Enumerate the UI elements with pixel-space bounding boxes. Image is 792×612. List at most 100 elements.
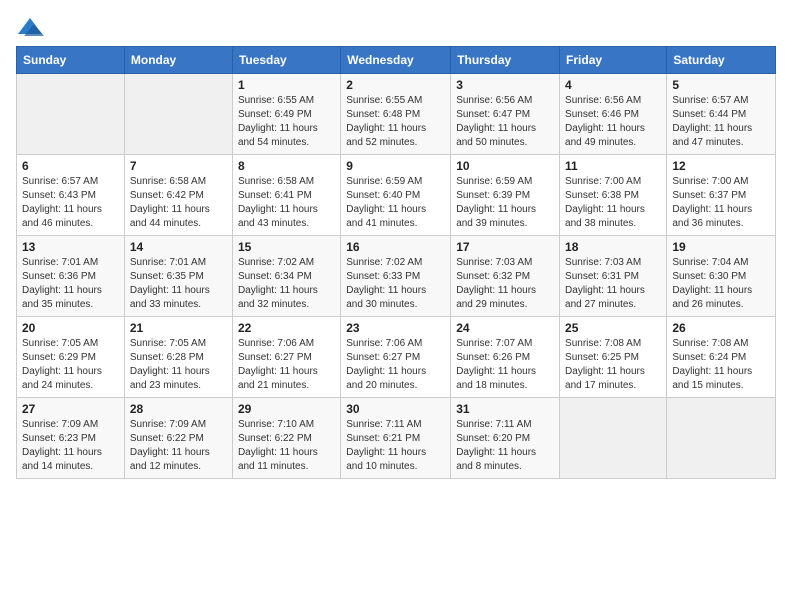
day-number: 12 — [672, 159, 770, 173]
page-header — [16, 16, 776, 38]
calendar-body: 1Sunrise: 6:55 AM Sunset: 6:49 PM Daylig… — [17, 74, 776, 479]
day-info: Sunrise: 6:57 AM Sunset: 6:43 PM Dayligh… — [22, 175, 119, 231]
day-cell: 14 Sunrise: 7:01 AM Sunset: 6:35 PM Dayli… — [124, 236, 232, 317]
day-info: Sunrise: 7:04 AM Sunset: 6:30 PM Dayligh… — [672, 256, 770, 312]
day-cell: 15Sunrise: 7:02 AM Sunset: 6:34 PM Dayli… — [232, 236, 340, 317]
header-row: SundayMondayTuesdayWednesdayThursdayFrid… — [17, 47, 776, 74]
day-info: Sunrise: 7:08 AM Sunset: 6:24 PM Dayligh… — [672, 337, 770, 393]
day-number: 13 — [22, 240, 119, 254]
day-number: 18 — [565, 240, 661, 254]
calendar-header: SundayMondayTuesdayWednesdayThursdayFrid… — [17, 47, 776, 74]
day-info: Sunrise: 6:59 AM Sunset: 6:40 PM Dayligh… — [346, 175, 445, 231]
header-cell-thursday: Thursday — [451, 47, 560, 74]
day-cell: 25Sunrise: 7:08 AM Sunset: 6:25 PM Dayli… — [560, 317, 667, 398]
day-cell — [667, 398, 776, 479]
day-cell: 2 Sunrise: 6:55 AM Sunset: 6:48 PM Daylig… — [341, 74, 451, 155]
day-info: Sunrise: 7:05 AM Sunset: 6:28 PM Dayligh… — [130, 337, 227, 393]
day-info: Sunrise: 7:11 AM Sunset: 6:20 PM Dayligh… — [456, 418, 554, 474]
day-number: 19 — [672, 240, 770, 254]
day-info: Sunrise: 7:09 AM Sunset: 6:22 PM Dayligh… — [130, 418, 227, 474]
day-info: Sunrise: 7:08 AM Sunset: 6:25 PM Dayligh… — [565, 337, 661, 393]
header-cell-friday: Friday — [560, 47, 667, 74]
day-cell: 3Sunrise: 6:56 AM Sunset: 6:47 PM Daylig… — [451, 74, 560, 155]
day-cell: 13 Sunrise: 7:01 AM Sunset: 6:36 PM Dayli… — [17, 236, 125, 317]
header-cell-wednesday: Wednesday — [341, 47, 451, 74]
header-cell-sunday: Sunday — [17, 47, 125, 74]
week-row-1: 1Sunrise: 6:55 AM Sunset: 6:49 PM Daylig… — [17, 74, 776, 155]
day-cell: 20 Sunrise: 7:05 AM Sunset: 6:29 PM Dayli… — [17, 317, 125, 398]
day-cell: 6 Sunrise: 6:57 AM Sunset: 6:43 PM Daylig… — [17, 155, 125, 236]
day-info: Sunrise: 6:58 AM Sunset: 6:42 PM Dayligh… — [130, 175, 227, 231]
day-cell: 8Sunrise: 6:58 AM Sunset: 6:41 PM Daylig… — [232, 155, 340, 236]
day-number: 30 — [346, 402, 445, 416]
day-info: Sunrise: 7:06 AM Sunset: 6:27 PM Dayligh… — [238, 337, 335, 393]
day-info: Sunrise: 7:01 AM Sunset: 6:35 PM Dayligh… — [130, 256, 227, 312]
day-cell: 21 Sunrise: 7:05 AM Sunset: 6:28 PM Dayli… — [124, 317, 232, 398]
day-info: Sunrise: 7:05 AM Sunset: 6:29 PM Dayligh… — [22, 337, 119, 393]
day-number: 2 — [346, 78, 445, 92]
day-info: Sunrise: 7:09 AM Sunset: 6:23 PM Dayligh… — [22, 418, 119, 474]
day-cell: 1Sunrise: 6:55 AM Sunset: 6:49 PM Daylig… — [232, 74, 340, 155]
day-cell: 12 Sunrise: 7:00 AM Sunset: 6:37 PM Dayli… — [667, 155, 776, 236]
day-number: 4 — [565, 78, 661, 92]
day-number: 16 — [346, 240, 445, 254]
day-number: 31 — [456, 402, 554, 416]
day-cell: 19 Sunrise: 7:04 AM Sunset: 6:30 PM Dayli… — [667, 236, 776, 317]
day-info: Sunrise: 7:02 AM Sunset: 6:33 PM Dayligh… — [346, 256, 445, 312]
day-number: 29 — [238, 402, 335, 416]
header-cell-monday: Monday — [124, 47, 232, 74]
day-number: 24 — [456, 321, 554, 335]
day-number: 21 — [130, 321, 227, 335]
day-number: 20 — [22, 321, 119, 335]
day-cell: 17 Sunrise: 7:03 AM Sunset: 6:32 PM Dayli… — [451, 236, 560, 317]
week-row-3: 13 Sunrise: 7:01 AM Sunset: 6:36 PM Dayli… — [17, 236, 776, 317]
day-info: Sunrise: 7:10 AM Sunset: 6:22 PM Dayligh… — [238, 418, 335, 474]
day-cell: 30Sunrise: 7:11 AM Sunset: 6:21 PM Dayli… — [341, 398, 451, 479]
day-info: Sunrise: 7:00 AM Sunset: 6:37 PM Dayligh… — [672, 175, 770, 231]
day-cell: 4 Sunrise: 6:56 AM Sunset: 6:46 PM Daylig… — [560, 74, 667, 155]
day-cell: 31 Sunrise: 7:11 AM Sunset: 6:20 PM Dayli… — [451, 398, 560, 479]
day-cell: 26Sunrise: 7:08 AM Sunset: 6:24 PM Dayli… — [667, 317, 776, 398]
day-number: 3 — [456, 78, 554, 92]
day-cell: 9 Sunrise: 6:59 AM Sunset: 6:40 PM Daylig… — [341, 155, 451, 236]
day-info: Sunrise: 7:07 AM Sunset: 6:26 PM Dayligh… — [456, 337, 554, 393]
day-cell: 11Sunrise: 7:00 AM Sunset: 6:38 PM Dayli… — [560, 155, 667, 236]
day-cell: 5 Sunrise: 6:57 AM Sunset: 6:44 PM Daylig… — [667, 74, 776, 155]
day-info: Sunrise: 7:03 AM Sunset: 6:32 PM Dayligh… — [456, 256, 554, 312]
day-cell: 27 Sunrise: 7:09 AM Sunset: 6:23 PM Dayli… — [17, 398, 125, 479]
day-cell — [17, 74, 125, 155]
day-info: Sunrise: 7:00 AM Sunset: 6:38 PM Dayligh… — [565, 175, 661, 231]
day-number: 17 — [456, 240, 554, 254]
day-number: 28 — [130, 402, 227, 416]
week-row-4: 20 Sunrise: 7:05 AM Sunset: 6:29 PM Dayli… — [17, 317, 776, 398]
logo-icon — [16, 16, 44, 38]
day-info: Sunrise: 6:55 AM Sunset: 6:48 PM Dayligh… — [346, 94, 445, 150]
day-number: 7 — [130, 159, 227, 173]
day-number: 5 — [672, 78, 770, 92]
day-number: 22 — [238, 321, 335, 335]
day-number: 6 — [22, 159, 119, 173]
day-cell: 16 Sunrise: 7:02 AM Sunset: 6:33 PM Dayli… — [341, 236, 451, 317]
day-number: 10 — [456, 159, 554, 173]
day-info: Sunrise: 7:01 AM Sunset: 6:36 PM Dayligh… — [22, 256, 119, 312]
day-number: 14 — [130, 240, 227, 254]
day-number: 9 — [346, 159, 445, 173]
day-cell: 7 Sunrise: 6:58 AM Sunset: 6:42 PM Daylig… — [124, 155, 232, 236]
day-cell — [560, 398, 667, 479]
day-cell: 10 Sunrise: 6:59 AM Sunset: 6:39 PM Dayli… — [451, 155, 560, 236]
calendar-table: SundayMondayTuesdayWednesdayThursdayFrid… — [16, 46, 776, 479]
week-row-5: 27 Sunrise: 7:09 AM Sunset: 6:23 PM Dayli… — [17, 398, 776, 479]
day-cell: 22 Sunrise: 7:06 AM Sunset: 6:27 PM Dayli… — [232, 317, 340, 398]
header-cell-saturday: Saturday — [667, 47, 776, 74]
day-info: Sunrise: 6:57 AM Sunset: 6:44 PM Dayligh… — [672, 94, 770, 150]
day-cell — [124, 74, 232, 155]
day-number: 15 — [238, 240, 335, 254]
day-cell: 24 Sunrise: 7:07 AM Sunset: 6:26 PM Dayli… — [451, 317, 560, 398]
day-info: Sunrise: 6:56 AM Sunset: 6:46 PM Dayligh… — [565, 94, 661, 150]
day-info: Sunrise: 6:59 AM Sunset: 6:39 PM Dayligh… — [456, 175, 554, 231]
day-number: 27 — [22, 402, 119, 416]
week-row-2: 6 Sunrise: 6:57 AM Sunset: 6:43 PM Daylig… — [17, 155, 776, 236]
day-cell: 18 Sunrise: 7:03 AM Sunset: 6:31 PM Dayli… — [560, 236, 667, 317]
logo — [16, 16, 48, 38]
day-info: Sunrise: 7:03 AM Sunset: 6:31 PM Dayligh… — [565, 256, 661, 312]
